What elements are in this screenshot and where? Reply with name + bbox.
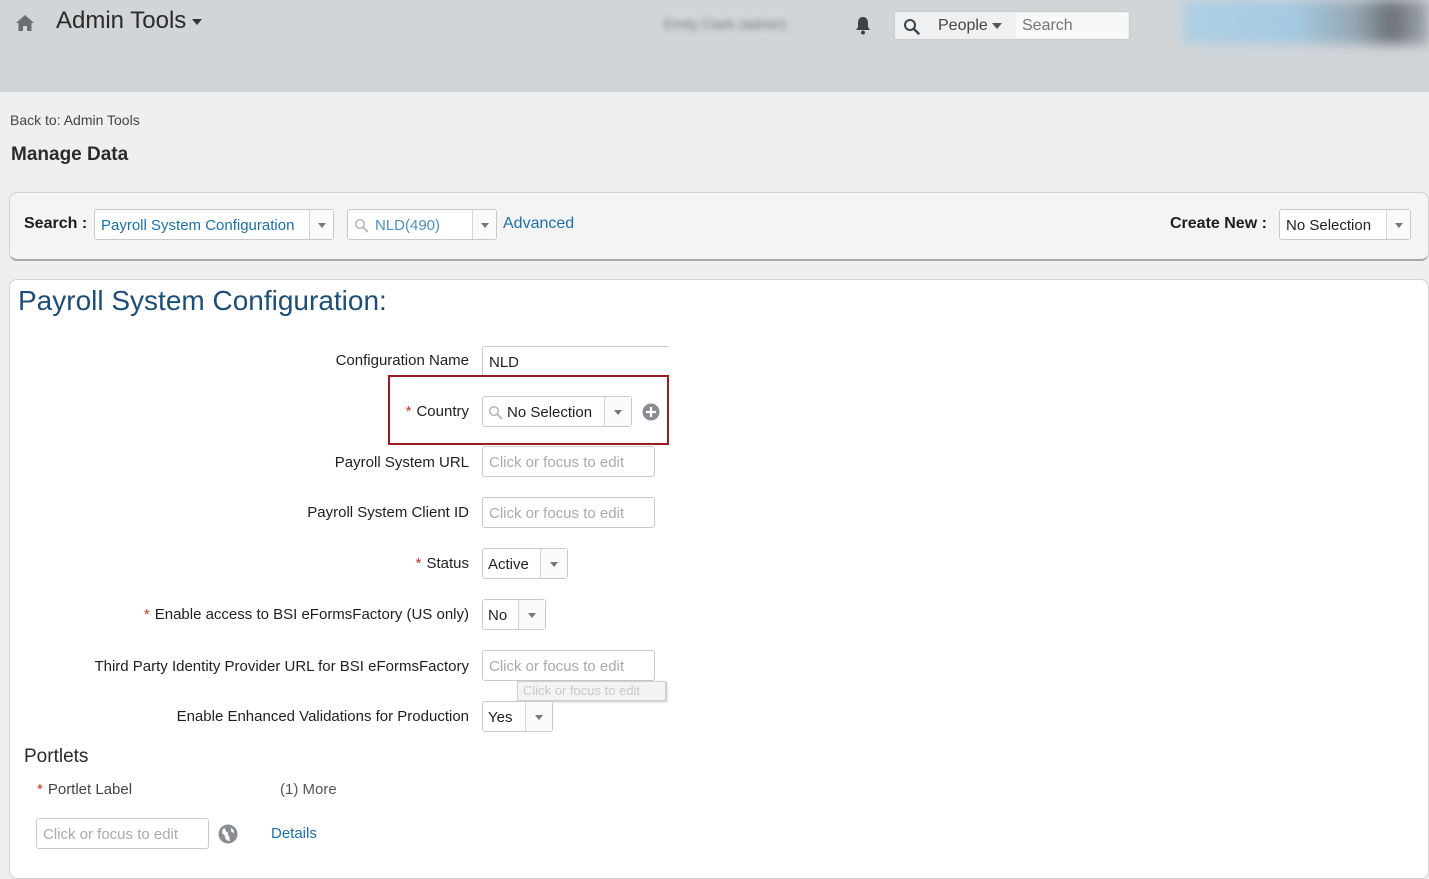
create-new-label: Create New : [1170, 215, 1267, 232]
enable-bsi-dropdown[interactable]: No [482, 599, 546, 630]
country-dropdown[interactable]: No Selection [482, 396, 632, 427]
chevron-down-icon[interactable] [472, 210, 496, 239]
create-new-value: No Selection [1286, 217, 1372, 234]
enhanced-validations-label: Enable Enhanced Validations for Producti… [176, 708, 469, 725]
country-value: No Selection [507, 404, 593, 421]
home-icon[interactable] [14, 12, 36, 34]
country-label: * Country [406, 403, 469, 420]
chevron-down-icon [991, 22, 1002, 29]
enable-bsi-value: No [488, 607, 508, 624]
search-icon [488, 405, 503, 420]
status-value: Active [488, 556, 529, 573]
back-link[interactable]: Back to: Admin Tools [10, 112, 140, 128]
globe-icon[interactable] [218, 824, 238, 844]
chevron-down-icon[interactable] [309, 210, 333, 239]
enhanced-validations-dropdown[interactable]: Yes [482, 701, 553, 732]
required-marker: * [405, 403, 412, 420]
status-dropdown[interactable]: Active [482, 548, 568, 579]
plus-circle-icon[interactable] [642, 403, 660, 421]
search-type-value: Payroll System Configuration [101, 217, 295, 234]
country-label-text: Country [416, 403, 469, 420]
configuration-name-field[interactable]: NLD [482, 346, 670, 377]
search-key-value: NLD(490) [375, 217, 441, 234]
payroll-system-client-id-field[interactable]: Click or focus to edit [482, 497, 655, 528]
bell-icon[interactable] [854, 15, 872, 35]
third-party-idp-url-label: Third Party Identity Provider URL for BS… [94, 658, 469, 675]
chevron-down-icon[interactable] [540, 549, 567, 578]
portlet-label-header: * Portlet Label [37, 781, 132, 798]
search-icon [354, 218, 369, 233]
payroll-system-url-label: Payroll System URL [334, 454, 469, 471]
third-party-idp-url-field[interactable]: Click or focus to edit [482, 650, 655, 681]
global-search-input[interactable] [1016, 13, 1128, 38]
configuration-name-label: Configuration Name [335, 352, 469, 369]
chevron-down-icon[interactable] [518, 600, 545, 629]
portlet-label-header-text: Portlet Label [47, 781, 133, 798]
portlets-heading: Portlets [24, 746, 89, 767]
company-logo [1183, 0, 1429, 44]
status-label: * Status [416, 555, 469, 572]
chevron-down-icon[interactable] [1386, 210, 1410, 239]
chevron-down-icon [192, 18, 203, 25]
global-search-box: People [894, 11, 1130, 40]
required-marker: * [37, 781, 43, 798]
required-marker: * [143, 606, 150, 623]
configuration-panel [9, 279, 1429, 879]
page-title: Manage Data [11, 144, 129, 165]
app-title-label: Admin Tools [56, 7, 187, 34]
enable-bsi-label: * Enable access to BSI eFormsFactory (US … [144, 606, 469, 623]
search-type-dropdown[interactable]: Payroll System Configuration [94, 209, 334, 240]
status-label-text: Status [426, 555, 469, 572]
search-scope-dropdown[interactable]: People [938, 17, 1002, 35]
app-title-menu[interactable]: Admin Tools [56, 7, 203, 35]
user-name[interactable]: Emily Clark (admin) [664, 16, 786, 32]
enhanced-validations-value: Yes [488, 709, 513, 726]
payroll-system-client-id-label: Payroll System Client ID [307, 504, 469, 521]
configuration-title: Payroll System Configuration: [18, 285, 387, 316]
search-key-dropdown[interactable]: NLD(490) [347, 209, 497, 240]
advanced-search-link[interactable]: Advanced [503, 215, 574, 233]
create-new-dropdown[interactable]: No Selection [1279, 209, 1411, 240]
chevron-down-icon[interactable] [604, 397, 631, 426]
enable-bsi-label-text: Enable access to BSI eFormsFactory (US o… [154, 606, 469, 623]
search-label: Search : [24, 215, 88, 232]
required-marker: * [415, 555, 422, 572]
payroll-system-url-field[interactable]: Click or focus to edit [482, 446, 655, 477]
search-scope-label: People [938, 17, 988, 34]
search-icon[interactable] [903, 18, 920, 35]
portlet-label-field[interactable]: Click or focus to edit [36, 818, 209, 849]
field-tooltip: Click or focus to edit [517, 681, 666, 701]
details-link[interactable]: Details [271, 825, 317, 842]
chevron-down-icon[interactable] [525, 702, 552, 731]
portlet-more-link[interactable]: (1) More [280, 781, 337, 798]
